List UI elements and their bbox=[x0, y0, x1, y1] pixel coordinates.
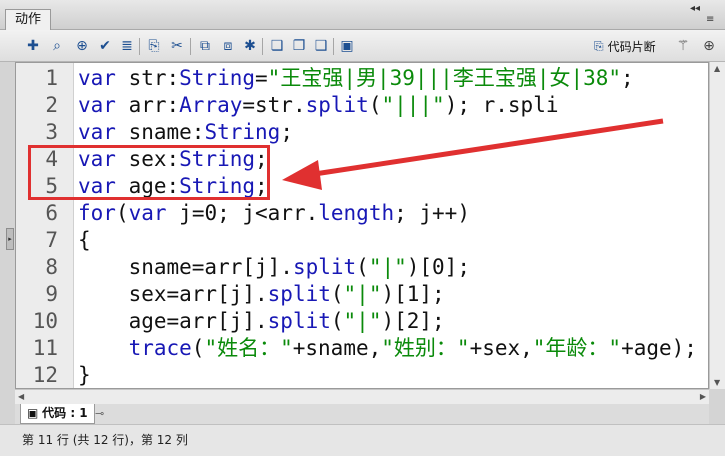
annotation-arrow-head bbox=[282, 160, 322, 190]
annotation-arrow bbox=[282, 118, 664, 190]
annotation-arrow-shaft bbox=[307, 118, 664, 178]
